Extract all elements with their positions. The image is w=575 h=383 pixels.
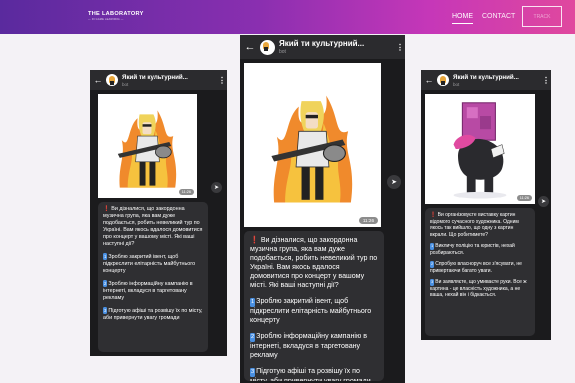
chat-title-block[interactable]: Який ти культурний... bot (279, 39, 395, 55)
question-text: ❗ Ви організовуєте виставку картин відом… (430, 212, 519, 238)
forward-share-icon[interactable]: ➤ (387, 175, 401, 189)
exclamation-icon: ❗ (250, 236, 259, 244)
question-message: ❗ Ви дізналися, що закордонна музична гр… (98, 202, 208, 352)
answer-option: 3 Підготую афіші та розвішу їх по місту, … (250, 367, 371, 381)
back-arrow-icon[interactable]: ← (240, 41, 260, 53)
phone-screenshot-center: ← Який ти культурний... bot ⋮ 11:26 ➤ ❗ … (240, 35, 405, 383)
chat-topbar: ← Який ти культурний... bot ⋮ (421, 70, 551, 90)
photo-message[interactable]: 11:26 (425, 94, 535, 204)
answer-option: 3 Ви заявляєте, що умиваєте руки. Все ж к… (430, 279, 527, 298)
logo-subtitle: — IN GAME LEARNING — (88, 18, 124, 21)
back-arrow-icon[interactable]: ← (90, 75, 106, 85)
answer-option: 2 Спробую власноруч все з'ясувати, не при… (430, 261, 522, 274)
message-timestamp: 11:26 (178, 189, 194, 195)
site-logo[interactable]: THE LABORATORY — IN GAME LEARNING — (88, 11, 144, 21)
question-message: ❗ Ви дізналися, що закордонна музична гр… (244, 231, 384, 381)
more-menu-icon[interactable]: ⋮ (395, 43, 405, 52)
answer-option: 2 Зроблю інформаційну кампанію в інтернет… (103, 280, 193, 301)
rocker-guitar-illustration (98, 96, 197, 196)
keycap-number-icon: 1 (103, 253, 108, 260)
answer-option: 1 Зроблю закритий івент, щоб підкреслити … (103, 253, 196, 274)
message-timestamp: 11:26 (516, 195, 532, 201)
logo-title: THE LABORATORY (88, 11, 144, 17)
keycap-number-icon: 3 (250, 368, 256, 377)
question-text: ❗ Ви дізналися, що закордонна музична гр… (103, 206, 203, 247)
chat-subtitle: bot (279, 49, 286, 55)
question-text: ❗ Ви дізналися, що закордонна музична гр… (250, 236, 378, 289)
answer-option: 3 Підготую афіші та розвішу їх по місту, … (103, 307, 203, 321)
back-arrow-icon[interactable]: ← (421, 75, 437, 85)
exclamation-icon: ❗ (430, 212, 437, 218)
bot-avatar[interactable] (260, 39, 275, 55)
chat-title: Який ти культурний... (279, 39, 365, 48)
chat-subtitle: bot (453, 81, 460, 87)
nav-contact-link[interactable]: CONTACT (482, 13, 515, 20)
thief-painting-illustration (425, 94, 535, 204)
rocker-guitar-illustration (244, 76, 381, 214)
exclamation-icon: ❗ (103, 206, 110, 212)
keycap-number-icon: 3 (103, 307, 108, 314)
keycap-number-icon: 2 (250, 333, 256, 342)
chat-title-block[interactable]: Який ти культурний... bot (122, 74, 217, 87)
site-header: THE LABORATORY — IN GAME LEARNING — HOME… (0, 0, 575, 34)
message-timestamp: 11:26 (358, 217, 378, 224)
forward-share-icon[interactable]: ➤ (211, 182, 222, 193)
chat-title: Який ти культурний... (453, 73, 519, 81)
phone-screenshot-right: ← Який ти культурний... bot ⋮ 11:26 ➤ ❗ … (421, 70, 551, 340)
answer-option: 1 Зроблю закритий івент, щоб підкреслити … (250, 297, 372, 324)
chat-title-block[interactable]: Який ти культурний... bot (453, 74, 541, 87)
answer-option: 1 Викличу поліцію та юристів, нехай розби… (430, 243, 515, 256)
photo-message[interactable]: 11:26 (244, 63, 381, 227)
chat-title: Який ти культурний... (122, 73, 188, 81)
nav-outline-button[interactable]: TRACK (522, 6, 562, 27)
bot-avatar[interactable] (437, 74, 449, 86)
forward-share-icon[interactable]: ➤ (538, 196, 549, 207)
phone-screenshot-left: ← Який ти культурний... bot ⋮ 11:26 ➤ ❗ … (90, 70, 227, 356)
chat-subtitle: bot (122, 81, 129, 87)
chat-topbar: ← Який ти культурний... bot ⋮ (240, 35, 405, 59)
keycap-number-icon: 1 (250, 298, 256, 307)
bot-avatar[interactable] (106, 74, 118, 86)
more-menu-icon[interactable]: ⋮ (541, 76, 551, 85)
chat-topbar: ← Який ти культурний... bot ⋮ (90, 70, 227, 90)
nav-home-link[interactable]: HOME (452, 13, 473, 24)
keycap-number-icon: 2 (103, 280, 108, 287)
answer-option: 2 Зроблю інформаційну кампанію в інтернет… (250, 332, 368, 359)
question-message: ❗ Ви організовуєте виставку картин відом… (425, 208, 535, 336)
more-menu-icon[interactable]: ⋮ (217, 76, 227, 85)
photo-message[interactable]: 11:26 (98, 94, 197, 198)
